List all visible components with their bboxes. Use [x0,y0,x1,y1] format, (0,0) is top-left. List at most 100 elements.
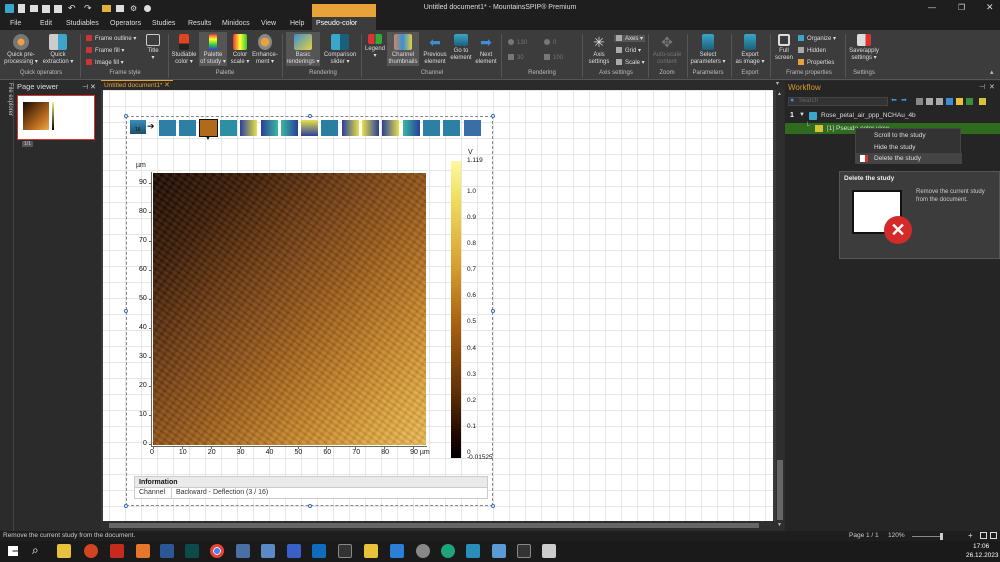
grid-dropdown[interactable]: Grid ▾ [616,47,641,54]
afm-deflection-image[interactable] [153,173,426,445]
app-notes-taskbar-icon[interactable] [364,544,378,558]
studiable-color-button[interactable]: Studiable color ▾ [170,34,198,66]
menu-minidocs[interactable]: Minidocs [218,17,254,30]
close-document-icon[interactable]: ✕ [164,81,170,89]
ribbon-collapse-icon[interactable]: ▴ [990,68,994,76]
channel-thumbnail[interactable] [219,120,237,136]
open-icon[interactable] [30,5,38,12]
channel-thumbnail[interactable] [463,120,481,136]
menu-view[interactable]: View [257,17,280,30]
basic-renderings-button[interactable]: Basic renderings ▾ [286,32,320,66]
channel-thumbnail[interactable] [362,120,379,136]
settings-icon[interactable]: ⚙ [130,4,137,13]
new-icon[interactable] [18,4,25,13]
fit-width-icon[interactable] [990,532,997,539]
image-fill-button[interactable]: Image fill ▾ [86,59,124,66]
channel-thumbnail[interactable] [280,120,298,136]
resize-handle-bl[interactable] [124,504,128,508]
resize-handle-bm[interactable] [308,504,312,508]
resize-handle-tr[interactable] [491,114,495,118]
workflow-tool-7-icon[interactable] [979,98,986,105]
channel-thumbnail[interactable] [179,120,197,136]
file-explorer-taskbar-icon[interactable] [57,544,71,558]
scroll-down-icon[interactable]: ▼ [777,522,782,528]
context-scroll-to-study[interactable]: Scroll to the study [856,130,962,141]
title-button[interactable]: Title ▾ [142,34,164,62]
redo-icon[interactable]: ↷ [84,3,92,14]
channel-thumbnail[interactable] [382,120,400,136]
next-element-button[interactable]: ➡ Next element [473,34,499,66]
enhancement-button[interactable]: Enhance- ment ▾ [252,34,278,66]
menu-studies[interactable]: Studies [148,17,179,30]
menu-results[interactable]: Results [184,17,215,30]
resize-handle-tm[interactable] [308,114,312,118]
zoom-slider-handle[interactable] [940,533,943,540]
workflow-tool-4-icon[interactable] [946,98,953,105]
resize-handle-br[interactable] [491,504,495,508]
full-screen-button[interactable]: Full screen [772,34,796,62]
vertical-scrollbar[interactable]: ▲ ▼ [776,90,784,530]
horizontal-scroll-thumb[interactable] [109,523,759,528]
workflow-tool-5-icon[interactable] [956,98,963,105]
resize-handle-tl[interactable] [124,114,128,118]
scroll-up-icon[interactable]: ▲ [777,91,782,97]
channel-thumbnail[interactable] [240,120,258,136]
channel-thumbnail[interactable] [159,120,176,136]
maximize-button[interactable]: ❐ [958,3,965,12]
workflow-tool-3-icon[interactable] [936,98,943,105]
channel-thumbnail[interactable] [422,120,440,136]
channel-stack-icon[interactable]: 16 [130,120,146,134]
channel-thumbnail[interactable] [341,120,359,136]
axis-settings-button[interactable]: ✳ Axis settings [585,34,613,66]
quick-preprocessing-button[interactable]: Quick pre- processing ▾ [4,34,38,66]
expand-chevron-icon[interactable]: ▼ [799,112,805,118]
channel-thumbnail[interactable] [260,120,278,136]
move-up-icon[interactable]: ⬅ [891,96,897,104]
app-tool-taskbar-icon[interactable] [261,544,275,558]
app-red-taskbar-icon[interactable] [110,544,124,558]
rendering-control-3[interactable]: 30 [508,54,524,61]
doc-menu-chevron-icon[interactable]: ▾ [776,80,779,87]
menu-help[interactable]: Help [286,17,308,30]
save-icon[interactable] [42,5,50,13]
page-thumbnail[interactable] [17,95,95,140]
app-sync-taskbar-icon[interactable] [492,544,506,558]
word-taskbar-icon[interactable] [160,544,174,558]
select-parameters-button[interactable]: Select parameters ▾ [689,34,727,66]
app-teal-taskbar-icon[interactable] [466,544,480,558]
quick-extraction-button[interactable]: Quick extraction ▾ [40,34,76,66]
undo-icon[interactable]: ↶ [68,3,76,14]
app-network-taskbar-icon[interactable] [416,544,430,558]
folder-icon[interactable] [102,5,111,12]
outlook-taskbar-icon[interactable] [312,544,326,558]
menu-edit[interactable]: Edit [36,17,56,30]
resize-handle-ml[interactable] [124,309,128,313]
auto-scale-content-button[interactable]: ✥ Auto-scale content [650,34,684,66]
app-mountains2-taskbar-icon[interactable] [517,544,531,558]
menu-studiables[interactable]: Studiables [62,17,103,30]
edge-taskbar-icon[interactable] [441,544,455,558]
chrome-taskbar-icon[interactable] [210,544,224,558]
properties-button[interactable]: Properties [798,59,834,66]
save-apply-settings-button[interactable]: Save/apply settings ▾ [847,34,881,62]
print-icon[interactable] [116,5,124,12]
workflow-tool-6-icon[interactable] [966,98,973,105]
pin-icon[interactable]: ⊣ [82,82,88,94]
vertical-scroll-thumb[interactable] [777,460,783,520]
channel-thumbnail[interactable] [301,120,319,136]
color-scale-button[interactable]: Color scale ▾ [228,34,252,66]
context-delete-study[interactable]: Delete the study [856,153,962,164]
resize-handle-mr[interactable] [491,309,495,313]
save-as-icon[interactable] [54,5,62,13]
powerpoint-taskbar-icon[interactable] [84,544,98,558]
palette-of-study-button[interactable]: Palette of study ▾ [199,32,227,66]
comparison-slider-button[interactable]: Comparison slider ▾ [322,34,358,66]
workflow-close-icon[interactable]: ✕ [989,83,995,91]
menu-pseudo-color-view[interactable]: Pseudo-color view [312,17,376,40]
document-canvas[interactable]: 16 ➔ ▼ µm 90 80 70 60 50 40 30 20 10 0 0 10 20 30 40 5… [101,90,776,530]
frame-outline-button[interactable]: Frame outline ▾ [86,35,136,42]
taskbar-search-icon[interactable]: ⌕ [32,543,39,558]
rendering-control-1[interactable]: 130 [508,39,527,46]
hidden-button[interactable]: Hidden [798,47,826,54]
start-windows-icon[interactable] [8,546,18,556]
